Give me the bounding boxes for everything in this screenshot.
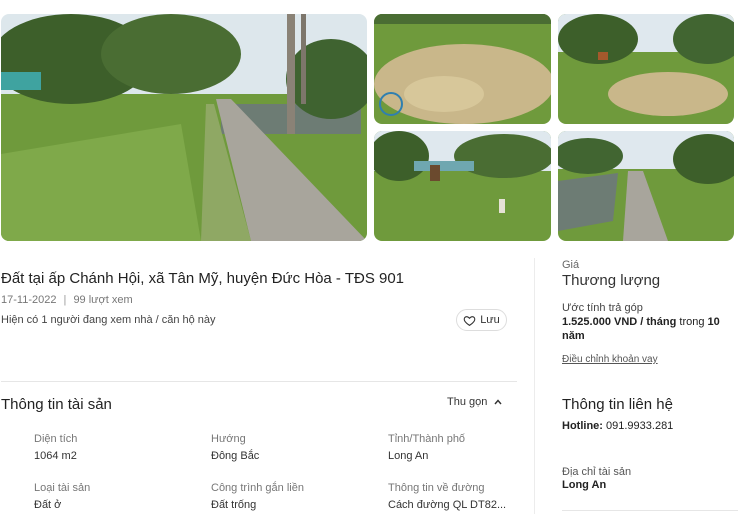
attr-direction: Hướng Đông Bắc bbox=[211, 433, 259, 462]
photo-3[interactable] bbox=[558, 14, 734, 124]
meta-separator: | bbox=[63, 294, 67, 306]
attr-value: Đất trống bbox=[211, 499, 257, 511]
listing-title: Đất tại ấp Chánh Hội, xã Tân Mỹ, huyện Đ… bbox=[1, 270, 405, 287]
installment-term-value: 10 bbox=[707, 316, 720, 328]
hotline-number[interactable]: 091.9933.281 bbox=[606, 420, 673, 432]
divider bbox=[1, 381, 517, 382]
installment-label: Ước tính trả góp bbox=[562, 302, 643, 314]
chevron-up-icon bbox=[494, 399, 502, 405]
listing-views: 99 lượt xem bbox=[73, 294, 133, 306]
address-value: Long An bbox=[562, 479, 607, 491]
attr-road-info: Thông tin về đường Cách đường QL DT82... bbox=[388, 482, 506, 511]
attr-attached-works: Công trình gắn liền Đất trống bbox=[211, 482, 304, 511]
main-photo[interactable] bbox=[1, 14, 367, 241]
listing-date: 17-11-2022 bbox=[1, 294, 57, 306]
collapse-button[interactable]: Thu gọn bbox=[447, 396, 503, 408]
viewing-now-text: Hiện có 1 người đang xem nhà / căn hộ nà… bbox=[1, 314, 216, 326]
hotline-label: Hotline: bbox=[562, 420, 603, 432]
save-label: Lưu bbox=[480, 314, 500, 326]
installment-term-unit: năm bbox=[562, 330, 585, 342]
attr-province: Tỉnh/Thành phố Long An bbox=[388, 433, 465, 462]
hotline: Hotline: 091.9933.281 bbox=[562, 420, 673, 432]
property-info-title: Thông tin tài sản bbox=[1, 396, 112, 413]
attr-label: Thông tin về đường bbox=[388, 482, 485, 494]
attr-value: 1064 m2 bbox=[34, 450, 77, 462]
column-divider bbox=[534, 258, 535, 514]
attr-value: Long An bbox=[388, 450, 429, 462]
attr-label: Loại tài sản bbox=[34, 482, 91, 494]
attr-value: Đất ở bbox=[34, 499, 62, 511]
save-button[interactable]: Lưu bbox=[456, 309, 507, 331]
collapse-label: Thu gọn bbox=[447, 396, 488, 408]
listing-meta: 17-11-2022 | 99 lượt xem bbox=[1, 294, 133, 306]
attr-label: Công trình gắn liền bbox=[211, 482, 304, 494]
attr-value: Cách đường QL DT82... bbox=[388, 499, 507, 511]
adjust-loan-link[interactable]: Điều chỉnh khoản vay bbox=[562, 354, 658, 365]
photo-4[interactable] bbox=[374, 131, 551, 241]
attr-label: Diện tích bbox=[34, 433, 78, 445]
attr-label: Tỉnh/Thành phố bbox=[388, 433, 466, 445]
attr-asset-type: Loại tài sản Đất ở bbox=[34, 482, 90, 511]
attr-value: Đông Bắc bbox=[211, 450, 260, 462]
sidebar-divider bbox=[562, 510, 738, 511]
attr-label: Hướng bbox=[211, 433, 246, 445]
attr-area: Diện tích 1064 m2 bbox=[34, 433, 77, 462]
installment-term-prefix: trong bbox=[679, 316, 705, 328]
heart-outline-icon bbox=[463, 315, 476, 326]
price-value: Thương lượng bbox=[562, 272, 661, 289]
price-label: Giá bbox=[562, 259, 580, 271]
installment-amount: 1.525.000 VND / tháng bbox=[562, 316, 677, 328]
photo-2[interactable] bbox=[374, 14, 551, 124]
address-label: Địa chỉ tài sản bbox=[562, 466, 632, 478]
photo-5[interactable] bbox=[558, 131, 734, 241]
contact-info-title: Thông tin liên hệ bbox=[562, 396, 673, 413]
installment-value: 1.525.000 VND / tháng trong 10 năm bbox=[562, 315, 732, 343]
